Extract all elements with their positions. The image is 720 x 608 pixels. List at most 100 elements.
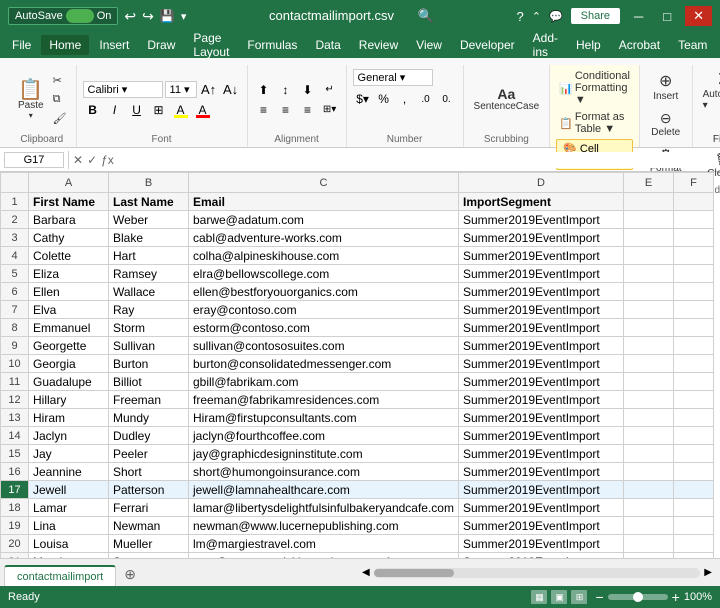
row-num-14[interactable]: 14 <box>1 427 29 445</box>
cell-e17[interactable] <box>623 481 673 499</box>
ribbon-toggle-icon[interactable]: ⌃ <box>532 10 541 23</box>
menu-view[interactable]: View <box>408 35 450 55</box>
cell-a1[interactable]: First Name <box>29 193 109 211</box>
cell-e2[interactable] <box>623 211 673 229</box>
cell-e16[interactable] <box>623 463 673 481</box>
row-num-9[interactable]: 9 <box>1 337 29 355</box>
menu-team[interactable]: Team <box>670 35 715 55</box>
cell-b20[interactable]: Mueller <box>109 535 189 553</box>
cell-b14[interactable]: Dudley <box>109 427 189 445</box>
cell-d5[interactable]: Summer2019EventImport <box>458 265 623 283</box>
cell-d1[interactable]: ImportSegment <box>458 193 623 211</box>
font-size-input[interactable]: 11 ▾ <box>165 81 197 98</box>
menu-file[interactable]: File <box>4 35 39 55</box>
cell-d21[interactable]: Summer2019EventImport <box>458 553 623 559</box>
row-num-10[interactable]: 10 <box>1 355 29 373</box>
cell-c10[interactable]: burton@consolidatedmessenger.com <box>189 355 459 373</box>
zoom-level[interactable]: 100% <box>684 591 712 603</box>
align-bottom-btn[interactable]: ⬇ <box>298 81 318 99</box>
cell-b10[interactable]: Burton <box>109 355 189 373</box>
fill-color-btn[interactable]: A <box>171 101 191 119</box>
cell-a4[interactable]: Colette <box>29 247 109 265</box>
menu-data[interactable]: Data <box>307 35 348 55</box>
cell-a18[interactable]: Lamar <box>29 499 109 517</box>
cell-a9[interactable]: Georgette <box>29 337 109 355</box>
row-num-11[interactable]: 11 <box>1 373 29 391</box>
format-as-table-btn[interactable]: 📋 Format as Table ▼ <box>556 110 633 136</box>
col-header-f[interactable]: F <box>673 173 713 193</box>
formula-input[interactable] <box>118 152 716 168</box>
row-num-21[interactable]: 21 <box>1 553 29 559</box>
row-num-6[interactable]: 6 <box>1 283 29 301</box>
cell-b21[interactable]: Soto <box>109 553 189 559</box>
col-header-e[interactable]: E <box>623 173 673 193</box>
cell-f7[interactable] <box>673 301 713 319</box>
share-btn[interactable]: Share <box>571 8 620 24</box>
row-num-8[interactable]: 8 <box>1 319 29 337</box>
cell-d2[interactable]: Summer2019EventImport <box>458 211 623 229</box>
menu-formulas[interactable]: Formulas <box>239 35 305 55</box>
menu-acrobat[interactable]: Acrobat <box>611 35 668 55</box>
cell-a12[interactable]: Hillary <box>29 391 109 409</box>
menu-addins[interactable]: Add-ins <box>525 28 566 62</box>
scroll-right-btn[interactable]: ▶ <box>704 567 712 578</box>
cell-c17[interactable]: jewell@lamnahealthcare.com <box>189 481 459 499</box>
font-name-input[interactable]: Calibri ▾ <box>83 81 163 98</box>
cell-a16[interactable]: Jeannine <box>29 463 109 481</box>
decrease-font-btn[interactable]: A↓ <box>221 81 241 99</box>
cell-c13[interactable]: Hiram@firstupconsultants.com <box>189 409 459 427</box>
row-num-1[interactable]: 1 <box>1 193 29 211</box>
minimize-btn[interactable]: ─ <box>628 7 649 26</box>
col-header-a[interactable]: A <box>29 173 109 193</box>
bold-button[interactable]: B <box>83 101 103 119</box>
insert-function-btn[interactable]: ƒx <box>101 153 114 167</box>
increase-decimal-btn[interactable]: .0 <box>416 90 436 108</box>
cell-d17[interactable]: Summer2019EventImport <box>458 481 623 499</box>
italic-button[interactable]: I <box>105 101 125 119</box>
cell-d12[interactable]: Summer2019EventImport <box>458 391 623 409</box>
cell-c19[interactable]: newman@www.lucernepublishing.com <box>189 517 459 535</box>
menu-help[interactable]: Help <box>568 35 609 55</box>
cell-f8[interactable] <box>673 319 713 337</box>
cell-a20[interactable]: Louisa <box>29 535 109 553</box>
cell-f17[interactable] <box>673 481 713 499</box>
cell-f11[interactable] <box>673 373 713 391</box>
autosave-toggle[interactable] <box>66 9 94 23</box>
add-sheet-button[interactable]: ⊕ <box>116 562 144 587</box>
row-num-20[interactable]: 20 <box>1 535 29 553</box>
copy-button[interactable]: ⧉ <box>50 92 70 107</box>
underline-button[interactable]: U <box>127 101 147 119</box>
menu-home[interactable]: Home <box>41 35 89 55</box>
menu-draw[interactable]: Draw <box>139 35 183 55</box>
cell-d18[interactable]: Summer2019EventImport <box>458 499 623 517</box>
sheet-tab-contactmailimport[interactable]: contactmailimport <box>4 565 116 588</box>
cell-f9[interactable] <box>673 337 713 355</box>
maximize-btn[interactable]: □ <box>657 7 677 26</box>
cell-c2[interactable]: barwe@adatum.com <box>189 211 459 229</box>
cell-e6[interactable] <box>623 283 673 301</box>
insert-cells-btn[interactable]: ⊕ Insert <box>649 69 682 104</box>
fill-btn[interactable]: ⬇ Fill ▾ <box>709 116 720 147</box>
cell-b16[interactable]: Short <box>109 463 189 481</box>
cell-c14[interactable]: jaclyn@fourthcoffee.com <box>189 427 459 445</box>
cell-e10[interactable] <box>623 355 673 373</box>
border-button[interactable]: ⊞ <box>149 101 169 119</box>
menu-review[interactable]: Review <box>351 35 406 55</box>
cell-a17[interactable]: Jewell <box>29 481 109 499</box>
cell-c16[interactable]: short@humongoinsurance.com <box>189 463 459 481</box>
cell-f6[interactable] <box>673 283 713 301</box>
cell-b2[interactable]: Weber <box>109 211 189 229</box>
col-header-b[interactable]: B <box>109 173 189 193</box>
cell-d10[interactable]: Summer2019EventImport <box>458 355 623 373</box>
h-scrollbar-thumb[interactable] <box>374 569 454 577</box>
wrap-text-btn[interactable]: ↵ <box>320 81 340 99</box>
cell-reference-box[interactable]: G17 <box>4 152 64 168</box>
cell-f21[interactable] <box>673 553 713 559</box>
decrease-decimal-btn[interactable]: 0. <box>437 90 457 108</box>
cell-c18[interactable]: lamar@libertysdelightfulsinfulbakeryandc… <box>189 499 459 517</box>
confirm-formula-btn[interactable]: ✓ <box>87 153 97 167</box>
cell-c4[interactable]: colha@alpineskihouse.com <box>189 247 459 265</box>
undo-icon[interactable]: ↩ <box>124 8 136 25</box>
row-num-17[interactable]: 17 <box>1 481 29 499</box>
cell-f5[interactable] <box>673 265 713 283</box>
